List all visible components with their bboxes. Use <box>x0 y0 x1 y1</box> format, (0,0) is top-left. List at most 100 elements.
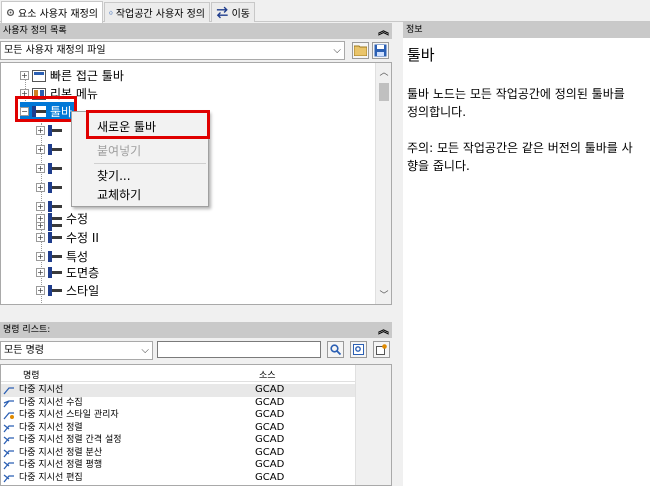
find-in-tree-button[interactable] <box>350 341 367 358</box>
column-header-source[interactable]: 소스 <box>259 368 276 381</box>
command-row[interactable]: 다중 지시선 정렬 간격 설정 GCAD <box>1 434 355 447</box>
tree-item-toolbar[interactable]: + <box>36 140 66 159</box>
toolbar-icon <box>32 106 46 117</box>
expand-icon[interactable]: + <box>20 71 29 80</box>
info-line: 주의: 모든 작업공간은 같은 버전의 툴바를 사 <box>407 141 633 155</box>
multileader-icon <box>3 473 14 482</box>
command-row[interactable]: 다중 지시선 편집 GCAD <box>1 472 355 485</box>
command-row[interactable]: 다중 지시선 수집 GCAD <box>1 397 355 410</box>
tree-item-modify[interactable]: + 수정 <box>36 209 88 228</box>
expand-icon[interactable]: + <box>20 89 29 98</box>
command-row[interactable]: 다중 지시선 정렬 GCAD <box>1 422 355 435</box>
tree-scrollbar[interactable]: ︿ ﹀ <box>375 63 391 304</box>
ribbon-icon <box>32 87 46 100</box>
command-row[interactable]: 다중 지시선 정렬 분산 GCAD <box>1 447 355 460</box>
command-list-columns: 명령 소스 <box>1 365 355 382</box>
multileader-icon <box>3 436 14 445</box>
command-row[interactable]: 다중 지시선 정렬 평행 GCAD <box>1 459 355 472</box>
expand-icon[interactable]: + <box>36 214 45 223</box>
tree-item-layers[interactable]: + 도면층 <box>36 263 99 282</box>
menu-item-replace[interactable]: 교체하기 <box>72 185 208 205</box>
scroll-up-icon[interactable]: ︿ <box>376 65 391 79</box>
customization-file-value: 모든 사용자 재정의 파일 <box>4 45 106 56</box>
save-file-button[interactable] <box>372 42 389 59</box>
tree-item-ribbon[interactable]: + 리본 메뉴 <box>20 84 98 103</box>
tree-item-label: 스타일 <box>66 284 100 298</box>
multileader-icon <box>3 412 14 420</box>
toolbar-icon <box>48 144 62 155</box>
multileader-icon <box>3 387 14 395</box>
menu-separator <box>94 163 206 164</box>
toolbar-icon <box>48 285 62 296</box>
save-icon <box>374 44 387 57</box>
column-header-name[interactable]: 명령 <box>23 368 40 381</box>
info-line: 향을 줍니다. <box>407 159 470 173</box>
command-list-header: 명령 리스트: ︽ <box>0 322 392 338</box>
scroll-down-icon[interactable]: ﹀ <box>376 288 391 302</box>
expand-icon[interactable]: + <box>36 233 45 242</box>
collapse-icon[interactable]: ︽ <box>378 323 389 336</box>
tree-item-toolbar[interactable]: + <box>36 121 66 140</box>
expand-icon[interactable]: + <box>36 268 45 277</box>
expand-icon[interactable]: + <box>36 183 45 192</box>
folder-icon <box>354 45 367 56</box>
multileader-icon <box>3 423 14 432</box>
expand-icon[interactable]: + <box>36 252 45 261</box>
tree-item-label: 빠른 접근 툴바 <box>50 69 124 83</box>
info-panel: 툴바 툴바 노드는 모든 작업공간에 정의된 툴바를 정의합니다. 주의: 모든… <box>403 38 650 486</box>
collapse-icon[interactable]: ︽ <box>378 24 389 37</box>
tab-label: 이동 <box>231 9 250 20</box>
collapse-tree-icon[interactable]: − <box>20 107 29 116</box>
tree-item-toolbar[interactable]: + <box>36 159 66 178</box>
transfer-icon <box>216 6 228 19</box>
info-header-title: 정보 <box>406 25 423 35</box>
customization-file-select[interactable]: 모든 사용자 재정의 파일 ⌵ <box>0 41 345 60</box>
multileader-icon <box>3 461 14 470</box>
info-description: 툴바 노드는 모든 작업공간에 정의된 툴바를 정의합니다. <box>407 85 646 121</box>
toolbar-icon <box>48 125 62 136</box>
open-file-button[interactable] <box>352 42 369 59</box>
tree-item-toolbar[interactable]: + <box>36 178 66 197</box>
search-icon <box>330 344 341 355</box>
command-list-scrollbar[interactable] <box>355 365 391 485</box>
expand-icon[interactable]: + <box>36 286 45 295</box>
tree-item-label: 툴바 <box>50 105 73 119</box>
tab-workspace-customization[interactable]: 작업공간 사용자 정의 <box>104 2 210 22</box>
scroll-thumb[interactable] <box>379 83 389 101</box>
menu-item-new-toolbar[interactable]: 새로운 툴바 <box>72 117 208 137</box>
toolbar-icon <box>48 163 62 174</box>
menu-item-paste[interactable]: 붙여넣기 <box>72 141 208 161</box>
tree-item-label: 도면층 <box>66 266 100 280</box>
tree-item-styles[interactable]: + 스타일 <box>36 281 99 300</box>
expand-icon[interactable]: + <box>36 164 45 173</box>
tab-label: 작업공간 사용자 정의 <box>115 9 205 20</box>
multileader-icon <box>3 399 14 407</box>
search-button[interactable] <box>327 341 344 358</box>
tab-label: 요소 사용자 재정의 <box>18 9 98 20</box>
gear-icon <box>6 8 15 17</box>
expand-icon[interactable]: + <box>36 145 45 154</box>
info-line: 정의합니다. <box>407 105 467 119</box>
tab-element-customization[interactable]: 요소 사용자 재정의 <box>1 1 103 23</box>
tree-item-quick-access-toolbar[interactable]: + 빠른 접근 툴바 <box>20 66 124 85</box>
command-row[interactable]: 다중 지시선 GCAD <box>1 384 355 397</box>
customizations-title: 사용자 정의 목록 <box>3 26 67 36</box>
command-filter-select[interactable]: 모든 명령 ⌵ <box>0 341 153 360</box>
command-list[interactable]: 명령 소스 다중 지시선 GCAD 다중 지시선 수집 GCAD 다중 지시선 스타… <box>0 364 392 486</box>
expand-icon[interactable]: + <box>36 126 45 135</box>
command-row[interactable]: 다중 지시선 스타일 관리자 GCAD <box>1 409 355 422</box>
tab-bar: 요소 사용자 재정의 작업공간 사용자 정의 이동 <box>0 0 650 23</box>
info-line: 툴바 노드는 모든 작업공간에 정의된 툴바를 <box>407 87 625 101</box>
command-search-input[interactable] <box>157 341 321 358</box>
new-command-button[interactable] <box>373 341 390 358</box>
tree-item-label: 리본 메뉴 <box>50 87 98 101</box>
context-menu: 새로운 툴바 붙여넣기 찾기... 교체하기 <box>71 111 209 207</box>
customizations-header: 사용자 정의 목록 ︽ <box>0 23 392 39</box>
menu-item-find[interactable]: 찾기... <box>72 166 208 186</box>
tree-item-toolbars[interactable]: − 툴바 <box>20 102 76 121</box>
toolbar-icon <box>48 232 62 243</box>
toolbar-icon <box>48 182 62 193</box>
info-header: 정보 <box>403 22 650 38</box>
tab-transfer[interactable]: 이동 <box>211 2 255 22</box>
tree-item-modify-ii[interactable]: + 수정 II <box>36 228 99 247</box>
